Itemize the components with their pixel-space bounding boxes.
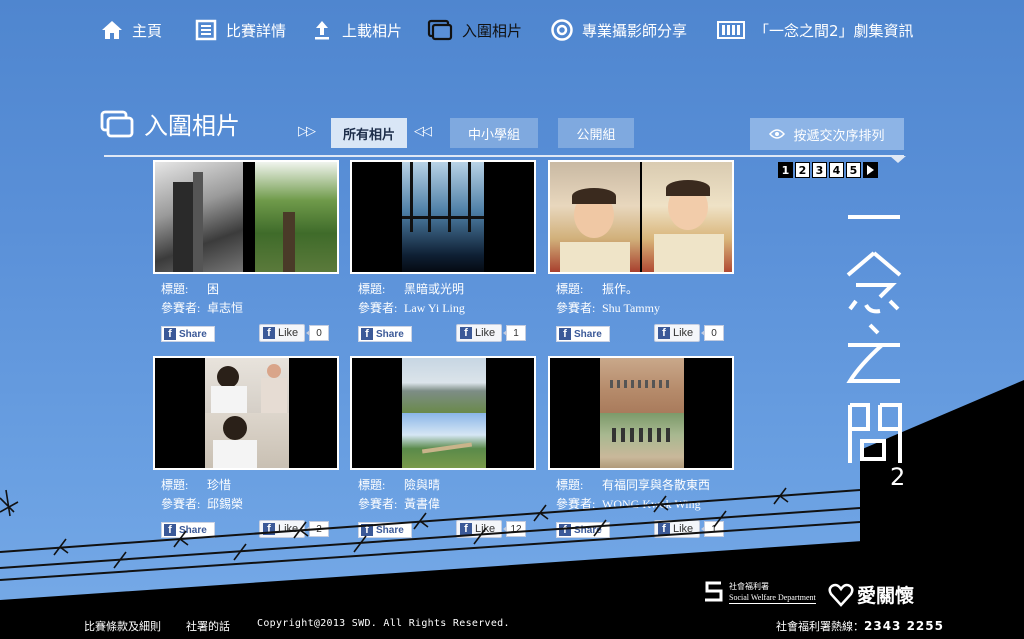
gallery-icon xyxy=(100,110,134,137)
photo-thumbnail[interactable] xyxy=(350,160,536,274)
swd-logo[interactable]: 社會福利署 Social Welfare Department xyxy=(703,580,816,604)
care-logo[interactable]: 愛關懷 xyxy=(828,581,914,608)
series-logo-graphic xyxy=(846,215,902,463)
author-label: 參賽者: xyxy=(358,301,398,315)
hotline-label: 社會福利署熱線： xyxy=(776,620,864,633)
author-label: 參賽者: xyxy=(161,301,201,315)
facebook-icon: f xyxy=(559,328,571,340)
like-count: 0 xyxy=(701,325,724,341)
nav-contest-details-label: 比賽詳情 xyxy=(226,21,287,40)
tab-open-group[interactable]: 公開組 xyxy=(558,118,634,148)
photo-title: 黑暗或光明 xyxy=(404,282,465,296)
double-arrow-right-icon: ▷▷ xyxy=(298,124,316,139)
title-label: 標題: xyxy=(358,282,386,296)
top-navigation: 主頁 比賽詳情 上載相片 入圍相片 專業攝影師分享 「一念之間2」劇集資訊 xyxy=(0,14,1024,46)
swd-name-en: Social Welfare Department xyxy=(729,592,816,604)
section-divider xyxy=(104,155,904,157)
photo-card: 標題: 困 參賽者: 卓志恒 f Share f Like 0 xyxy=(153,160,339,342)
photo-card: 標題: 黑暗或光明 參賽者: Law Yi Ling f Share f Like 1 xyxy=(350,160,536,342)
footer-terms-link[interactable]: 比賽條款及細則 xyxy=(84,618,161,634)
copyright-text: Copyright@2013 SWD. All Rights Reserved. xyxy=(257,618,510,629)
sort-label: 按遞交次序排列 xyxy=(793,128,885,144)
page-3[interactable]: 3 xyxy=(812,162,827,178)
document-icon xyxy=(195,19,217,41)
home-icon xyxy=(102,21,122,39)
facebook-icon: f xyxy=(361,328,373,340)
photo-title: 振作。 xyxy=(602,282,639,296)
target-icon xyxy=(551,19,573,41)
care-label: 愛關懷 xyxy=(857,585,915,607)
facebook-share-button[interactable]: f Share xyxy=(556,326,610,342)
like-count: 0 xyxy=(306,325,329,341)
hotline: 社會福利署熱線：2343 2255 xyxy=(776,618,944,634)
nav-upload-photo[interactable]: 上載相片 xyxy=(310,14,402,46)
tab-all-photos[interactable]: 所有相片 xyxy=(331,118,407,148)
swd-name-zh: 社會福利署 xyxy=(729,581,769,591)
tab-school-group[interactable]: 中小學組 xyxy=(450,118,538,148)
title-label: 標題: xyxy=(556,282,584,296)
page-title: 入圍相片 xyxy=(100,106,240,141)
hotline-number: 2343 2255 xyxy=(864,619,944,633)
photo-card: 標題: 振作。 參賽者: Shu Tammy f Share f Like 0 xyxy=(548,160,734,342)
facebook-like-button[interactable]: fLike xyxy=(259,324,305,342)
page-1[interactable]: 1 xyxy=(778,162,793,178)
facebook-like-button[interactable]: fLike xyxy=(654,324,700,342)
facebook-icon: f xyxy=(460,327,472,339)
page-4[interactable]: 4 xyxy=(829,162,844,178)
nav-photographer-sharing[interactable]: 專業攝影師分享 xyxy=(550,14,687,46)
title-label: 標題: xyxy=(161,282,189,296)
gallery-icon xyxy=(427,19,453,41)
facebook-icon: f xyxy=(263,327,275,339)
sort-by-submission-button[interactable]: 按遞交次序排列 xyxy=(750,118,904,150)
series-logo: 2 xyxy=(840,205,910,495)
series-number: 2 xyxy=(890,463,906,491)
footer-director-message-link[interactable]: 社署的話 xyxy=(186,618,230,634)
nav-contest-details[interactable]: 比賽詳情 xyxy=(194,14,286,46)
photo-thumbnail[interactable] xyxy=(548,160,734,274)
like-count: 1 xyxy=(503,325,526,341)
photo-thumbnail[interactable] xyxy=(153,160,339,274)
facebook-icon: f xyxy=(658,327,670,339)
photo-title: 困 xyxy=(207,282,220,296)
divider-notch xyxy=(890,156,906,163)
facebook-icon: f xyxy=(164,328,176,340)
heart-icon xyxy=(828,583,854,607)
next-page-arrow-icon[interactable] xyxy=(863,162,878,178)
nav-drama-info-label: 「一念之間2」劇集資訊 xyxy=(754,21,914,40)
eye-icon xyxy=(769,129,786,139)
nav-home[interactable]: 主頁 xyxy=(100,14,162,46)
page-2[interactable]: 2 xyxy=(795,162,810,178)
facebook-share-button[interactable]: f Share xyxy=(161,326,215,342)
nav-home-label: 主頁 xyxy=(132,21,163,40)
photo-author: Shu Tammy xyxy=(602,301,660,315)
nav-shortlisted-photos-label: 入圍相片 xyxy=(462,21,523,40)
nav-drama-info[interactable]: 「一念之間2」劇集資訊 xyxy=(716,14,914,46)
nav-photographer-sharing-label: 專業攝影師分享 xyxy=(582,21,688,40)
photo-author: 卓志恒 xyxy=(207,301,244,315)
page-5[interactable]: 5 xyxy=(846,162,861,178)
facebook-like-button[interactable]: fLike xyxy=(456,324,502,342)
footer: 比賽條款及細則 社署的話 Copyright@2013 SWD. All Rig… xyxy=(0,606,1024,639)
author-label: 參賽者: xyxy=(556,301,596,315)
facebook-share-button[interactable]: f Share xyxy=(358,326,412,342)
nav-shortlisted-photos[interactable]: 入圍相片 xyxy=(426,14,522,46)
film-strip-icon xyxy=(717,21,745,39)
swd-emblem-icon xyxy=(705,581,723,602)
page-title-text: 入圍相片 xyxy=(144,112,240,140)
pagination: 1 2 3 4 5 xyxy=(778,162,878,178)
nav-upload-photo-label: 上載相片 xyxy=(342,21,403,40)
upload-icon xyxy=(315,21,329,40)
double-arrow-left-icon: ◁◁ xyxy=(414,124,432,139)
photo-author: Law Yi Ling xyxy=(404,301,465,315)
